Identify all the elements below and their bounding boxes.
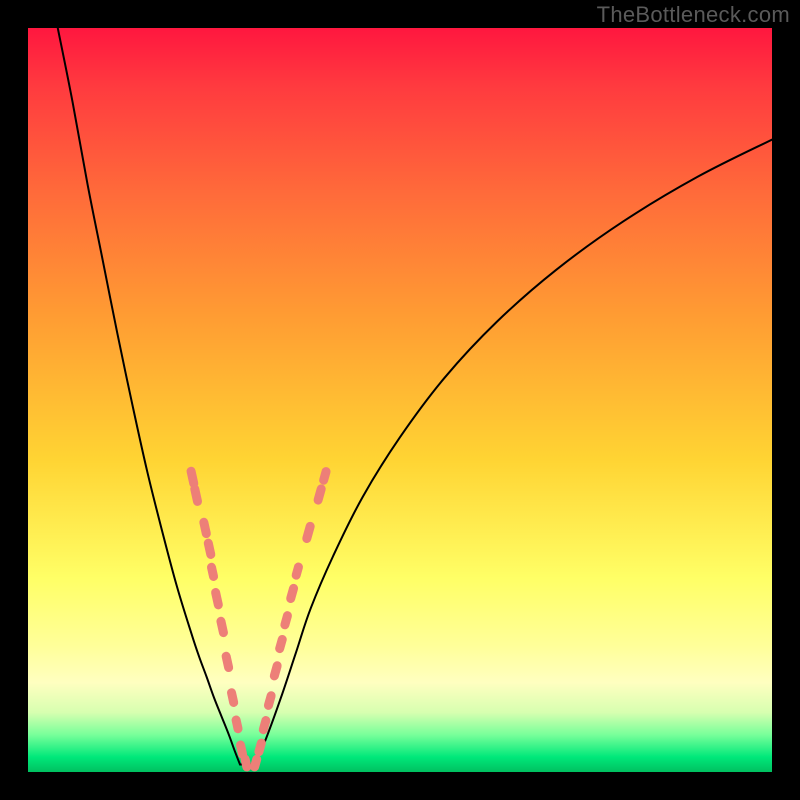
data-marker [211,567,213,576]
curves-group [58,28,772,765]
data-marker [208,543,210,554]
data-marker [195,489,198,501]
data-marker [221,621,223,632]
data-marker [268,696,271,706]
bottleneck-curve-plot [28,28,772,772]
data-marker [204,522,206,533]
data-marker [296,567,298,575]
curve-right-curve [255,140,772,765]
data-marker [191,471,194,483]
data-marker [318,489,321,500]
data-marker [236,720,238,729]
data-marker [291,588,294,598]
data-marker [259,743,261,752]
data-marker [274,666,277,676]
curve-left-curve [58,28,240,765]
watermark-text: TheBottleneck.com [597,2,790,28]
data-marker [255,759,257,767]
data-marker [241,745,243,754]
data-marker [245,759,247,767]
data-marker [226,656,228,667]
data-marker [216,592,219,604]
data-marker [232,693,234,703]
data-marker [307,526,310,538]
data-marker [324,472,326,481]
data-marker [285,616,288,625]
data-marker [280,639,283,648]
data-marker [263,721,266,730]
